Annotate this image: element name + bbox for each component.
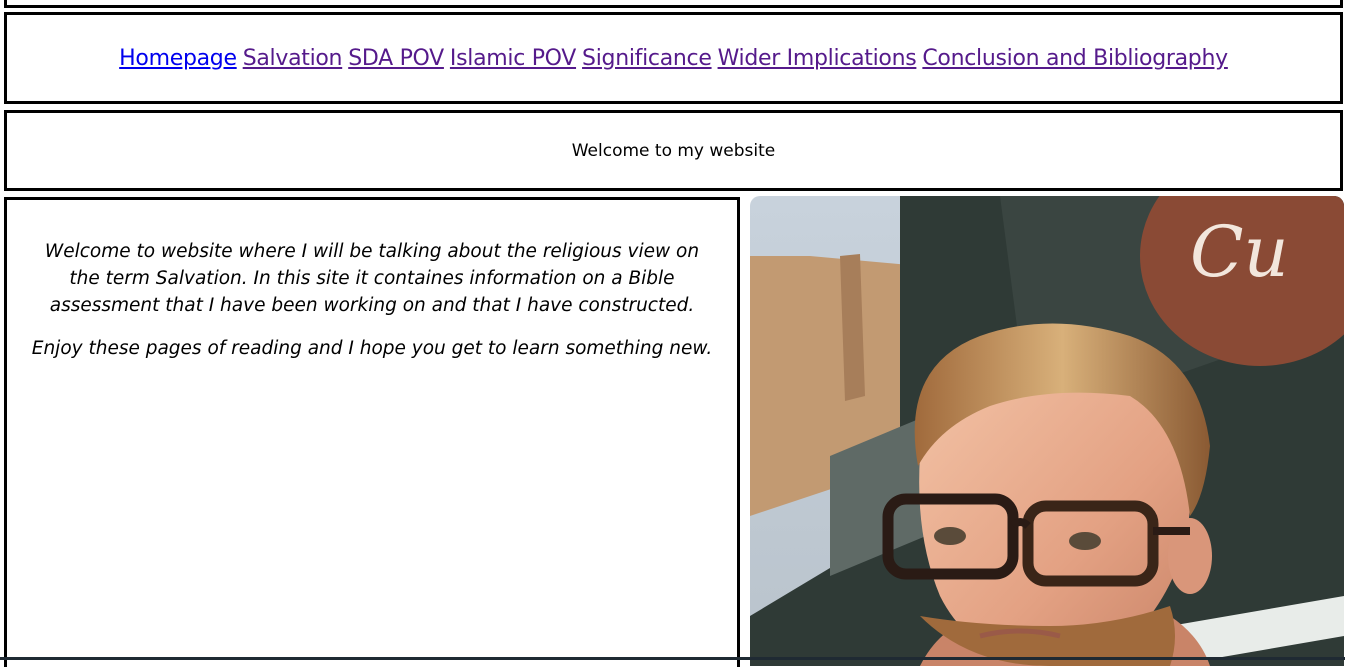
nav-link-significance[interactable]: Significance — [582, 46, 712, 71]
welcome-text: Welcome to my website — [571, 140, 776, 161]
nav-link-sda-pov[interactable]: SDA POV — [348, 46, 444, 71]
navigation-bar: Homepage Salvation SDA POV Islamic POV S… — [4, 12, 1343, 104]
nav-link-wider-implications[interactable]: Wider Implications — [718, 46, 917, 71]
intro-paragraph: Welcome to website where I will be talki… — [44, 241, 700, 316]
nav-link-salvation[interactable]: Salvation — [243, 46, 343, 71]
nav-link-homepage[interactable]: Homepage — [119, 46, 237, 71]
closing-paragraph: Enjoy these pages of reading and I hope … — [31, 338, 713, 359]
portrait-photo: Cu — [750, 196, 1344, 666]
nav-link-islamic-pov[interactable]: Islamic POV — [450, 46, 576, 71]
svg-text:Cu: Cu — [1190, 211, 1289, 293]
top-frame-border — [4, 0, 1343, 8]
nav-link-conclusion-bibliography[interactable]: Conclusion and Bibliography — [922, 46, 1228, 71]
intro-text-panel: Welcome to website where I will be talki… — [4, 197, 740, 667]
welcome-banner: Welcome to my website — [4, 110, 1343, 191]
